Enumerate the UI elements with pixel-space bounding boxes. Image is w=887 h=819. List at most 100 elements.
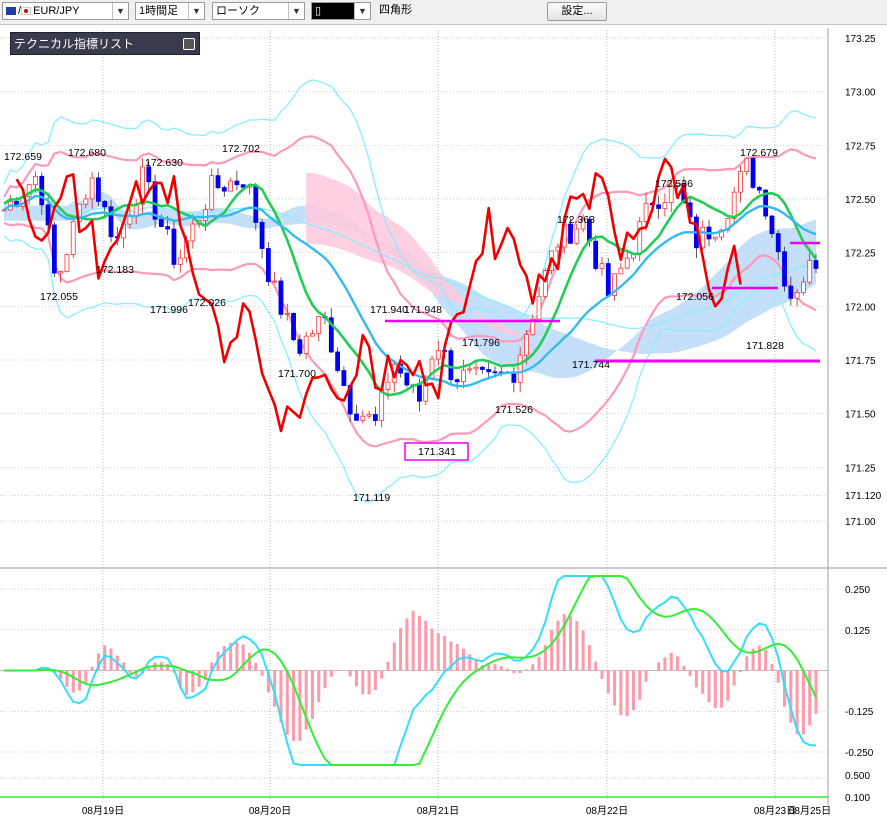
candle-body <box>618 267 624 275</box>
candle-body <box>738 171 743 193</box>
symbol-label: EUR/JPY <box>33 5 80 17</box>
candle-body <box>127 216 133 225</box>
candle-body <box>335 351 341 371</box>
price-annotation: 172.659 <box>4 151 42 163</box>
candle-body <box>807 260 813 283</box>
chart-type-label: ローソク <box>216 5 260 17</box>
histogram-bar <box>764 649 768 671</box>
price-annotation: 172.363 <box>557 214 595 226</box>
histogram-bar <box>405 618 409 671</box>
date-label: 08月22日 <box>586 805 628 817</box>
price-tick-label: 173.00 <box>845 88 876 99</box>
histogram-bar <box>373 670 377 691</box>
candle-body <box>788 285 794 299</box>
candle-body <box>568 223 573 244</box>
candle-body <box>284 313 290 315</box>
candle-body <box>221 187 227 192</box>
candle-body <box>366 414 372 417</box>
indicator-list-panel[interactable]: テクニカル指標リスト <box>10 32 200 55</box>
price-tick-label: 171.120 <box>845 491 882 502</box>
histogram-bar <box>537 656 541 671</box>
toolbar: / EUR/JPY ▼ 1時間足 ▼ ローソク ▼ ▯ ▼ 四角形 設定... <box>0 0 887 25</box>
timeframe-select[interactable]: 1時間足 ▼ <box>135 2 205 20</box>
candle-body <box>51 224 57 274</box>
histogram-bar <box>531 664 535 671</box>
candle-body <box>624 257 630 269</box>
panel-toggle-icon[interactable] <box>183 38 195 50</box>
candle-body <box>404 372 410 386</box>
drawing-tool-select[interactable]: ▯ ▼ <box>311 2 371 20</box>
histogram-bar <box>493 664 497 671</box>
histogram-bar <box>619 670 623 716</box>
candle-body <box>492 371 498 374</box>
histogram-bar <box>455 644 459 671</box>
histogram-bar <box>417 615 421 671</box>
histogram-bar <box>411 610 415 671</box>
candle-body <box>593 240 599 269</box>
candle-body <box>96 177 101 202</box>
chart-canvas[interactable]: 172.659 172.680 172.630 172.702 172.183 172.0… <box>0 25 887 819</box>
histogram-bar <box>436 633 440 671</box>
price-tick-label: 171.25 <box>845 463 876 474</box>
settings-button[interactable]: 設定... <box>547 2 607 21</box>
candle-body <box>341 370 347 386</box>
histogram-bar <box>613 670 617 706</box>
histogram-bar <box>399 628 403 671</box>
timeframe-label: 1時間足 <box>139 5 179 17</box>
candle-body <box>102 200 108 208</box>
candle-body <box>643 202 649 222</box>
histogram-bar <box>336 669 340 671</box>
chevron-down-icon[interactable]: ▼ <box>288 3 304 19</box>
candle-body <box>360 415 366 421</box>
price-tick-label: 173.25 <box>845 34 876 45</box>
price-annotation: 172.679 <box>740 147 778 159</box>
histogram-bar <box>348 670 352 677</box>
price-annotation: 171.940 <box>370 304 408 316</box>
candle-body <box>259 222 265 249</box>
histogram-bar <box>688 670 692 676</box>
histogram-bar <box>676 656 680 671</box>
candle-body <box>33 175 38 186</box>
drawing-tool-name: 四角形 <box>376 2 538 20</box>
price-annotation: 171.744 <box>572 359 610 371</box>
histogram-bar <box>380 670 384 679</box>
histogram-bar <box>550 629 554 671</box>
histogram-bar <box>801 670 805 735</box>
candle-body <box>190 223 196 242</box>
histogram-bar <box>745 656 749 671</box>
price-tick-label: 171.00 <box>845 517 876 528</box>
histogram-bar <box>770 663 774 671</box>
osc-tick-label: 0.250 <box>845 585 870 596</box>
histogram-bar <box>524 669 528 671</box>
date-label: 08月19日 <box>82 805 124 817</box>
candle-body <box>64 254 70 272</box>
histogram-bar <box>84 670 88 685</box>
chevron-down-icon[interactable]: ▼ <box>112 3 128 19</box>
histogram-bar <box>556 620 560 671</box>
price-annotation: 171.948 <box>404 304 442 316</box>
histogram-bar <box>606 670 610 694</box>
price-annotation: 171.828 <box>746 340 784 352</box>
candle-body <box>605 263 611 296</box>
histogram-bar <box>392 642 396 671</box>
candle-body <box>278 280 284 315</box>
histogram-bar <box>323 670 327 689</box>
price-annotation: 171.526 <box>495 404 533 416</box>
price-annotation: 172.680 <box>68 147 106 159</box>
chevron-down-icon[interactable]: ▼ <box>188 3 204 19</box>
chevron-down-icon[interactable]: ▼ <box>354 3 370 19</box>
chart-type-select[interactable]: ローソク ▼ <box>212 2 305 20</box>
candle-body <box>310 333 315 337</box>
histogram-bar <box>185 670 189 695</box>
histogram-bar <box>726 670 730 701</box>
histogram-bar <box>430 628 434 671</box>
candle-body <box>215 175 221 188</box>
candle-body <box>524 334 529 356</box>
histogram-bar <box>569 616 573 671</box>
candle-body <box>662 202 668 209</box>
histogram-bar <box>90 666 94 671</box>
histogram-bar <box>166 663 170 671</box>
oscillator-panel <box>0 575 828 798</box>
candle-body <box>228 180 234 192</box>
symbol-select[interactable]: / EUR/JPY ▼ <box>2 2 129 20</box>
